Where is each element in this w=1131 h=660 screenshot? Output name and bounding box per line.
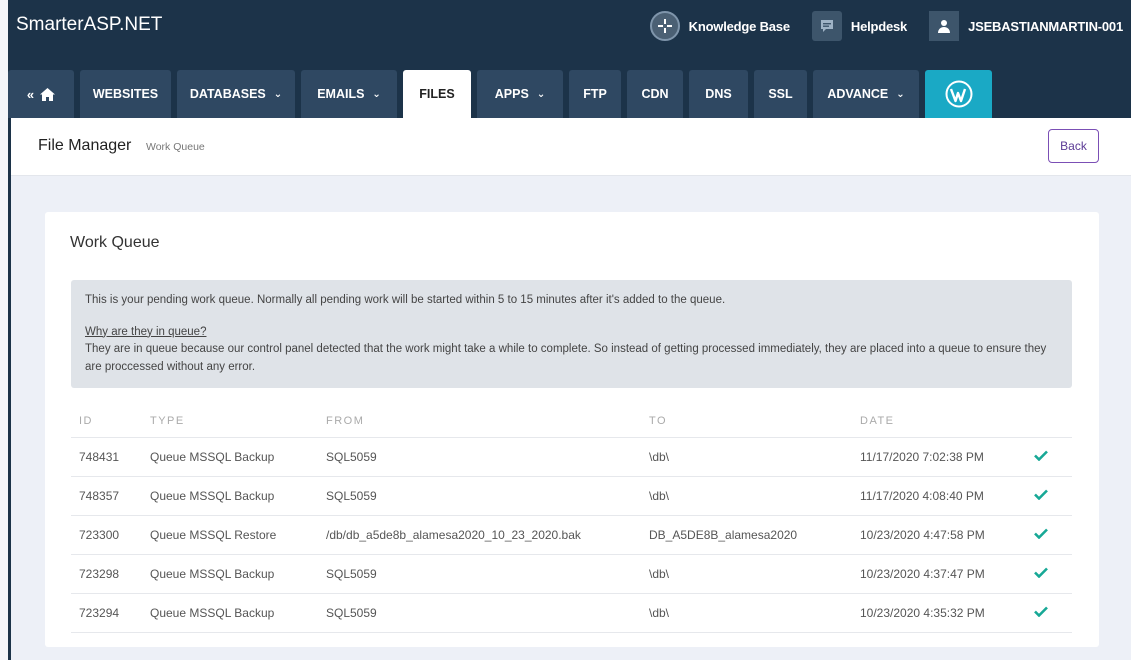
knowledge-base-label: Knowledge Base [688, 18, 790, 34]
helpdesk-link[interactable]: Helpdesk [811, 11, 908, 41]
tab-websites[interactable]: WEBSITES [80, 70, 171, 118]
checkmark-icon [1034, 489, 1048, 503]
cell-date: 10/23/2020 4:35:32 PM [860, 606, 985, 620]
home-icon [40, 87, 56, 101]
checkmark-icon [1034, 450, 1048, 464]
left-border [8, 118, 11, 660]
cell-type: Queue MSSQL Backup [150, 567, 275, 581]
page-title: File Manager [38, 137, 132, 154]
wordpress-icon [945, 80, 972, 108]
main-nav: « WEBSITES DATABASES ⌄ EMAILS ⌄ FILES APPS… [8, 70, 998, 118]
cell-to: \db\ [649, 567, 670, 581]
tab-apps[interactable]: APPS ⌄ [477, 70, 563, 118]
brand-logo[interactable]: SmarterASP.NET [16, 14, 162, 36]
table-row: 748357 Queue MSSQL Backup SQL5059 \db\ 1… [71, 477, 1072, 516]
column-header-id: ID [79, 414, 93, 427]
cell-date: 10/23/2020 4:37:47 PM [860, 567, 985, 581]
chevron-down-icon: ⌄ [536, 88, 546, 100]
top-links: Knowledge Base Helpdesk JSEBASTIANMARTIN… [649, 10, 1131, 42]
cell-id: 723300 [79, 528, 120, 542]
breadcrumb: Work Queue [146, 141, 205, 153]
work-queue-table: ID TYPE FROM TO DATE 748431 Queue MSSQL … [71, 404, 1072, 633]
work-queue-card: Work Queue This is your pending work que… [45, 212, 1099, 647]
helpdesk-label: Helpdesk [850, 18, 908, 34]
cell-id: 723294 [79, 606, 120, 620]
info-box: This is your pending work queue. Normall… [71, 280, 1072, 388]
chevron-down-icon: ⌄ [372, 88, 381, 100]
info-text: This is your pending work queue. Normall… [85, 294, 726, 306]
cell-type: Queue MSSQL Restore [150, 528, 277, 542]
cell-date: 11/17/2020 4:08:40 PM [860, 489, 984, 503]
column-header-type: TYPE [150, 414, 185, 427]
cell-to: \db\ [649, 450, 670, 464]
tab-files[interactable]: FILES [403, 70, 471, 118]
knowledge-base-link[interactable]: Knowledge Base [649, 11, 790, 41]
checkmark-icon [1034, 567, 1048, 581]
chevron-down-icon: ⌄ [273, 88, 283, 100]
cell-type: Queue MSSQL Backup [150, 606, 275, 620]
tab-ssl[interactable]: SSL [754, 70, 807, 118]
cell-type: Queue MSSQL Backup [150, 450, 275, 464]
helpdesk-icon [811, 11, 842, 41]
tab-dns[interactable]: DNS [689, 70, 748, 118]
table-row: 723300 Queue MSSQL Restore /db/db_a5de8b… [71, 516, 1072, 555]
why-queue-link[interactable]: Why are they in queue? [85, 324, 1058, 342]
user-name: JSEBASTIANMARTIN-001 [968, 18, 1123, 34]
table-row: 723294 Queue MSSQL Backup SQL5059 \db\ 1… [71, 594, 1072, 633]
tab-advance[interactable]: ADVANCE ⌄ [813, 70, 919, 118]
user-icon [929, 11, 960, 41]
home-tab[interactable]: « [8, 70, 74, 118]
cell-id: 748431 [79, 450, 120, 464]
tab-emails[interactable]: EMAILS ⌄ [301, 70, 397, 118]
tab-databases[interactable]: DATABASES ⌄ [177, 70, 295, 118]
double-chevron-left-icon: « [26, 86, 35, 102]
cell-from: SQL5059 [326, 450, 377, 464]
checkmark-icon [1034, 528, 1048, 542]
column-header-from: FROM [326, 414, 365, 427]
cell-from: SQL5059 [326, 567, 377, 581]
checkmark-icon [1034, 606, 1048, 620]
cell-from: SQL5059 [326, 606, 377, 620]
cell-id: 723298 [79, 567, 120, 581]
column-header-to: TO [649, 414, 668, 427]
column-header-date: DATE [860, 414, 895, 427]
chevron-down-icon: ⌄ [896, 88, 905, 100]
card-title: Work Queue [70, 234, 160, 251]
tab-ftp[interactable]: FTP [569, 70, 621, 118]
table-row: 748431 Queue MSSQL Backup SQL5059 \db\ 1… [71, 438, 1072, 477]
tab-wordpress[interactable] [925, 70, 992, 118]
user-menu[interactable]: JSEBASTIANMARTIN-001 [929, 11, 1123, 41]
cell-to: \db\ [649, 489, 670, 503]
cell-date: 10/23/2020 4:47:58 PM [860, 528, 985, 542]
back-button[interactable]: Back [1048, 129, 1099, 163]
info-explanation: They are in queue because our control pa… [85, 343, 1047, 373]
tab-cdn[interactable]: CDN [627, 70, 683, 118]
table-row: 723298 Queue MSSQL Backup SQL5059 \db\ 1… [71, 555, 1072, 594]
cell-id: 748357 [79, 489, 120, 503]
cell-type: Queue MSSQL Backup [150, 489, 275, 503]
cell-to: \db\ [649, 606, 670, 620]
cell-date: 11/17/2020 7:02:38 PM [860, 450, 984, 464]
table-header: ID TYPE FROM TO DATE [71, 404, 1072, 438]
left-edge [0, 0, 8, 660]
cell-from: /db/db_a5de8b_alamesa2020_10_23_2020.bak [326, 528, 581, 542]
knowledge-base-icon [649, 11, 680, 41]
cell-to: DB_A5DE8B_alamesa2020 [649, 528, 798, 542]
cell-from: SQL5059 [326, 489, 377, 503]
page-subheader: File Manager Work Queue Back [8, 118, 1131, 176]
